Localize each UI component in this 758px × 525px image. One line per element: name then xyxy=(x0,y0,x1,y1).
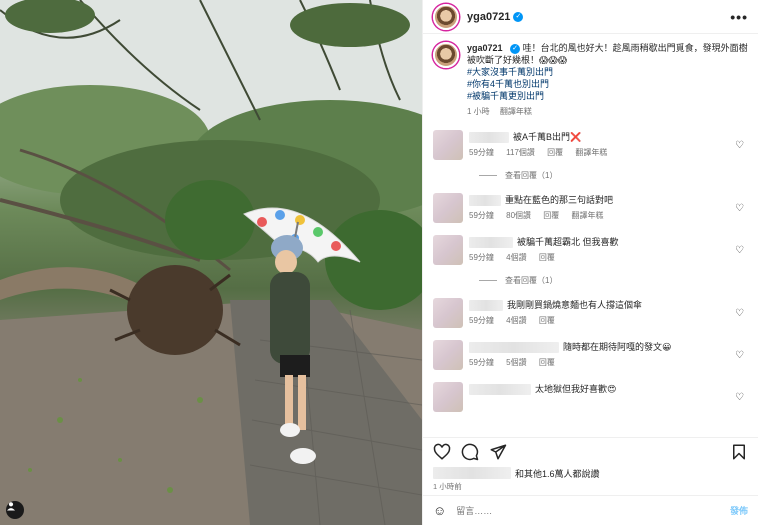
reply-button[interactable]: 回覆 xyxy=(539,253,555,262)
comment-item: 隨時都在期待阿嘎的發文😀 59分鐘 5個讚 回覆 ♡ xyxy=(433,340,748,370)
comment-likes[interactable]: 4個讚 xyxy=(506,316,526,325)
post-time: 1 小時前 xyxy=(433,482,462,491)
blurred-username[interactable] xyxy=(469,383,531,395)
reply-button[interactable]: 回覆 xyxy=(543,211,559,220)
comment-item: 太地獄但我好喜歡😍 ♡ xyxy=(433,382,748,412)
user-tag-icon[interactable] xyxy=(6,501,24,519)
hashtag-link[interactable]: #大家沒事千萬別出門 xyxy=(467,66,748,78)
hashtag-link[interactable]: #被騙千萬更別出門 xyxy=(467,90,748,102)
comment-likes[interactable]: 5個讚 xyxy=(506,358,526,367)
comment-likes[interactable]: 80個讚 xyxy=(506,211,531,220)
comment-item: 被騙千萬超霸北 但我喜歡 59分鐘 4個讚 回覆 ♡ xyxy=(433,235,748,265)
username-link[interactable]: yga0721 xyxy=(467,11,510,23)
heart-icon[interactable]: ♡ xyxy=(735,350,744,361)
translate-link[interactable]: 翻譯年糕 xyxy=(572,211,604,220)
translate-link[interactable]: 翻譯年糕 xyxy=(500,107,532,116)
avatar[interactable] xyxy=(433,3,459,30)
comment-avatar[interactable] xyxy=(433,193,463,223)
post-side-panel: yga0721 ✓ ••• yga0721 ✓ 哇！台北的風也好大！趁風雨稍歇出… xyxy=(422,0,758,525)
verified-badge-icon: ✓ xyxy=(513,11,524,22)
comment-avatar[interactable] xyxy=(433,130,463,160)
heart-icon[interactable]: ♡ xyxy=(735,392,744,403)
blurred-username[interactable] xyxy=(469,236,513,248)
heart-icon[interactable]: ♡ xyxy=(735,308,744,319)
reply-button[interactable]: 回覆 xyxy=(547,148,563,157)
likes-text: 和其他1.6萬人都說讚 xyxy=(515,468,600,479)
view-replies-button[interactable]: 查看回覆（1） xyxy=(479,275,748,286)
save-icon[interactable] xyxy=(730,443,748,461)
comment-avatar[interactable] xyxy=(433,340,463,370)
emoji-icon[interactable]: ☺ xyxy=(433,503,446,518)
view-replies-button[interactable]: 查看回覆（1） xyxy=(479,170,748,181)
comment-input[interactable] xyxy=(456,505,730,516)
comment-time: 59分鐘 xyxy=(469,253,494,262)
blurred-username[interactable] xyxy=(469,341,559,353)
caption: yga0721 ✓ 哇！台北的風也好大！趁風雨稍歇出門覓食，發現外面樹被吹斷了好… xyxy=(433,42,748,118)
blurred-username[interactable] xyxy=(469,299,503,311)
comment-text: 我剛剛買鍋燒意麵也有人撐這個傘 xyxy=(507,300,643,310)
share-icon[interactable] xyxy=(489,443,507,461)
heart-icon[interactable] xyxy=(433,443,451,461)
caption-text-block: yga0721 ✓ 哇！台北的風也好大！趁風雨稍歇出門覓食，發現外面樹被吹斷了好… xyxy=(467,42,748,118)
comment-likes[interactable]: 117個讚 xyxy=(506,148,535,157)
post-header: yga0721 ✓ ••• xyxy=(423,0,758,34)
heart-icon[interactable]: ♡ xyxy=(735,245,744,256)
comment-item: 重點在藍色的那三句話對吧 59分鐘 80個讚 回覆 翻譯年糕 ♡ xyxy=(433,193,748,223)
comment-time: 59分鐘 xyxy=(469,358,494,367)
more-icon[interactable]: ••• xyxy=(730,9,748,25)
caption-username[interactable]: yga0721 xyxy=(467,43,503,53)
post-comment-button[interactable]: 發佈 xyxy=(730,504,748,517)
translate-link[interactable]: 翻譯年糕 xyxy=(575,148,607,157)
post-viewer: yga0721 ✓ ••• yga0721 ✓ 哇！台北的風也好大！趁風雨稍歇出… xyxy=(0,0,758,525)
comment-item: 我剛剛買鍋燒意麵也有人撐這個傘 59分鐘 4個讚 回覆 ♡ xyxy=(433,298,748,328)
comment-item: 被A千萬B出門❌ 59分鐘 117個讚 回覆 翻譯年糕 ♡ xyxy=(433,130,748,160)
verified-badge-icon: ✓ xyxy=(510,43,521,54)
blurred-username[interactable] xyxy=(469,131,509,143)
comment-icon[interactable] xyxy=(461,443,479,461)
photo-scene xyxy=(0,0,422,525)
blurred-username[interactable] xyxy=(469,194,501,206)
heart-icon[interactable]: ♡ xyxy=(735,140,744,151)
comment-text: 隨時都在期待阿嘎的發文😀 xyxy=(563,342,672,352)
reply-button[interactable]: 回覆 xyxy=(539,358,555,367)
comment-avatar[interactable] xyxy=(433,382,463,412)
comment-time: 59分鐘 xyxy=(469,211,494,220)
comment-avatar[interactable] xyxy=(433,298,463,328)
comment-text: 被A千萬B出門❌ xyxy=(513,132,582,142)
comment-text: 重點在藍色的那三句話對吧 xyxy=(505,195,614,205)
post-photo[interactable] xyxy=(0,0,422,525)
reply-button[interactable]: 回覆 xyxy=(539,316,555,325)
comment-text: 太地獄但我好喜歡😍 xyxy=(535,384,617,394)
likes-summary[interactable]: 和其他1.6萬人都說讚 xyxy=(423,465,758,481)
heart-icon[interactable]: ♡ xyxy=(735,203,744,214)
add-comment-bar: ☺ 發佈 xyxy=(423,495,758,525)
comment-likes[interactable]: 4個讚 xyxy=(506,253,526,262)
blurred-liker[interactable] xyxy=(433,467,511,479)
caption-text: 哇！台北的風也好大！趁風雨稍歇出門覓食，發現外面樹被吹斷了好幾根！😱😱😱 xyxy=(467,43,748,65)
comment-avatar[interactable] xyxy=(433,235,463,265)
comments-list[interactable]: yga0721 ✓ 哇！台北的風也好大！趁風雨稍歇出門覓食，發現外面樹被吹斷了好… xyxy=(423,34,758,437)
avatar[interactable] xyxy=(433,42,459,68)
caption-time: 1 小時 xyxy=(467,107,490,116)
caption-meta: 1 小時 翻譯年糕 xyxy=(467,106,748,118)
action-bar xyxy=(423,437,758,465)
comment-time: 59分鐘 xyxy=(469,316,494,325)
comment-text: 被騙千萬超霸北 但我喜歡 xyxy=(517,237,619,247)
comment-time: 59分鐘 xyxy=(469,148,494,157)
hashtag-link[interactable]: #你有4千萬也別出門 xyxy=(467,78,748,90)
